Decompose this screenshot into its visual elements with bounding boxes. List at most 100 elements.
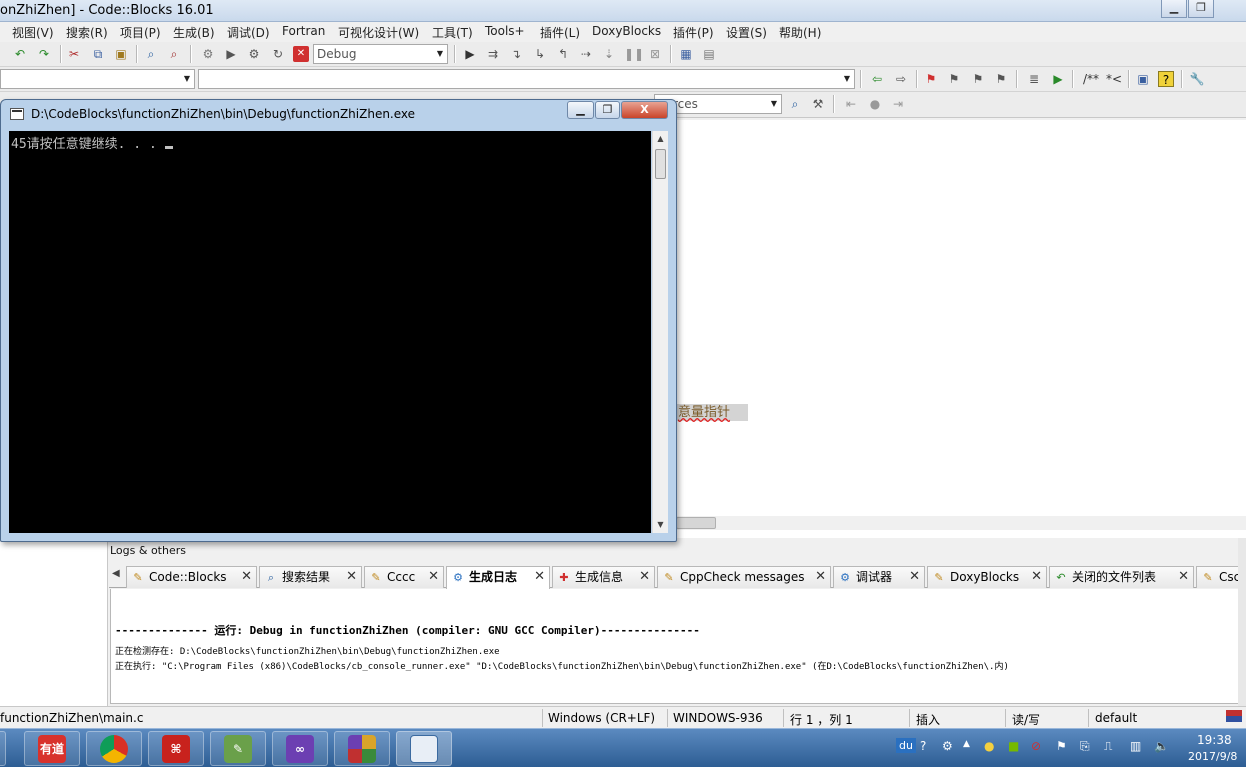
menu-debug[interactable]: 调试(D) (227, 24, 270, 41)
build-gear-icon[interactable]: ⚙ (200, 46, 216, 62)
replace-icon[interactable]: ⌕ (166, 46, 182, 62)
stop-debug-icon[interactable]: ⊠ (647, 46, 663, 62)
step-out-icon[interactable]: ↰ (555, 46, 571, 62)
input-method-icon[interactable]: du (896, 738, 916, 753)
taskbar-app-notepad[interactable]: ✎ (210, 731, 266, 766)
close-icon[interactable]: ✕ (241, 567, 252, 587)
abort-icon[interactable]: ✕ (293, 46, 309, 62)
taskbar-app-youdao[interactable]: 有道 (24, 731, 80, 766)
cut-icon[interactable]: ✂ (66, 46, 82, 62)
usb-icon[interactable]: ⎍ (1104, 739, 1112, 754)
debug-start-icon[interactable]: ▶ (462, 46, 478, 62)
tab-debugger[interactable]: ⚙ 调试器 ✕ (833, 566, 925, 588)
menu-doxyblocks[interactable]: DoxyBlocks (592, 24, 661, 38)
close-icon[interactable]: ✕ (534, 567, 545, 587)
close-icon[interactable]: ✕ (909, 567, 920, 587)
menu-build[interactable]: 生成(B) (173, 24, 215, 41)
flag-tray-icon[interactable]: ⚑ (1056, 739, 1067, 753)
volume-icon[interactable]: 🔈 (1154, 739, 1169, 753)
code-completion-scope-select[interactable]: ▼ (0, 69, 195, 89)
menu-settings[interactable]: 设置(S) (726, 24, 767, 41)
tab-cccc[interactable]: ✎ Cccc ✕ (364, 566, 444, 588)
menu-help[interactable]: 帮助(H) (779, 24, 821, 41)
next-result-icon[interactable]: ⇥ (890, 96, 906, 112)
taskbar-app-console[interactable] (396, 731, 452, 766)
dot-icon[interactable]: ● (867, 96, 883, 112)
close-icon[interactable]: ✕ (1031, 567, 1042, 587)
console-minimize-button[interactable]: ▁ (567, 101, 594, 119)
next-instruction-icon[interactable]: ⇢ (578, 46, 594, 62)
menu-plugins-p[interactable]: 插件(P) (673, 24, 714, 41)
bookmark-flag-icon[interactable]: ⚑ (923, 71, 939, 87)
console-vertical-scrollbar[interactable]: ▲ ▼ (652, 131, 668, 533)
taskbar-app-codeblocks[interactable] (334, 731, 390, 766)
help-tray-icon[interactable]: ? (920, 739, 926, 753)
menu-fortran[interactable]: Fortran (282, 24, 325, 38)
tab-codeblocks[interactable]: ✎ Code::Blocks ✕ (126, 566, 257, 588)
run-green-icon[interactable]: ▶ (1050, 71, 1066, 87)
tab-scroll-left-icon[interactable]: ◀ (112, 568, 120, 579)
right-scrollbar[interactable] (1238, 538, 1246, 706)
step-into-instruction-icon[interactable]: ⇣ (601, 46, 617, 62)
pause-icon[interactable]: ❚❚ (624, 46, 644, 62)
tab-closed-files[interactable]: ↶ 关闭的文件列表 ✕ (1049, 566, 1194, 588)
wrench-icon[interactable]: 🔧 (1189, 71, 1205, 87)
prev-bookmark-icon[interactable]: ⚑ (946, 71, 962, 87)
jump-forward-icon[interactable]: ⇨ (893, 71, 909, 87)
debug-windows-icon[interactable]: ▦ (678, 46, 694, 62)
scroll-up-icon[interactable]: ▲ (653, 131, 668, 147)
tab-build-messages[interactable]: ✚ 生成信息 ✕ (552, 566, 655, 588)
menu-search[interactable]: 搜索(R) (66, 24, 108, 41)
console-maximize-button[interactable]: ❐ (595, 101, 620, 119)
scroll-down-icon[interactable]: ▼ (653, 517, 668, 533)
antivirus-icon[interactable]: ⊘ (1031, 739, 1041, 753)
nvidia-icon[interactable]: ■ (1008, 739, 1019, 753)
jump-back-icon[interactable]: ⇦ (869, 71, 885, 87)
run-to-cursor-icon[interactable]: ⇉ (485, 46, 501, 62)
search-options-icon[interactable]: ⚒ (810, 96, 826, 112)
build-and-run-icon[interactable]: ⚙ (246, 46, 262, 62)
clock-time[interactable]: 19:38 (1197, 733, 1232, 747)
code-completion-symbol-select[interactable]: ▼ (198, 69, 855, 89)
redo-icon[interactable]: ↷ (36, 46, 52, 62)
network-icon[interactable]: ▥ (1130, 739, 1141, 753)
scrollbar-thumb[interactable] (655, 149, 666, 179)
console-close-button[interactable]: X (621, 101, 668, 119)
comment-block-button[interactable]: /** (1080, 71, 1102, 87)
menu-plugins[interactable]: 插件(L) (540, 24, 580, 41)
maximize-button[interactable]: ❐ (1188, 0, 1214, 18)
tab-doxyblocks[interactable]: ✎ DoxyBlocks ✕ (927, 566, 1047, 588)
comment-line-button[interactable]: *< (1104, 71, 1124, 87)
run-icon[interactable]: ▶ (223, 46, 239, 62)
minimize-button[interactable]: ▁ (1161, 0, 1187, 18)
paste-icon[interactable]: ▣ (113, 46, 129, 62)
editor-horizontal-scrollbar[interactable] (676, 516, 1246, 530)
stack-icon[interactable]: ≣ (1026, 71, 1042, 87)
menu-visual-design[interactable]: 可视化设计(W) (338, 24, 419, 41)
menu-view[interactable]: 视图(V) (12, 24, 54, 41)
tab-build-log[interactable]: ⚙ 生成日志 ✕ (446, 566, 550, 589)
close-icon[interactable]: ✕ (815, 567, 826, 587)
find-icon[interactable]: ⌕ (143, 46, 159, 62)
menu-tools[interactable]: 工具(T) (432, 24, 473, 41)
taskbar-app-acrobat[interactable]: ⌘ (148, 731, 204, 766)
next-line-icon[interactable]: ↴ (508, 46, 524, 62)
show-hidden-icons[interactable]: ▲ (963, 739, 970, 749)
rebuild-icon[interactable]: ↻ (270, 46, 286, 62)
step-into-icon[interactable]: ↳ (532, 46, 548, 62)
clock-date[interactable]: 2017/9/8 (1188, 750, 1237, 763)
qq-icon[interactable]: ● (984, 739, 994, 753)
console-screen[interactable]: 45请按任意键继续. . . (9, 131, 651, 533)
taskbar-app-visual-studio[interactable]: ∞ (272, 731, 328, 766)
search-icon[interactable]: ⌕ (787, 96, 803, 112)
close-icon[interactable]: ✕ (428, 567, 439, 587)
taskbar-start-edge[interactable] (0, 731, 6, 766)
close-icon[interactable]: ✕ (639, 567, 650, 587)
next-bookmark-icon[interactable]: ⚑ (970, 71, 986, 87)
console-window[interactable]: D:\CodeBlocks\functionZhiZhen\bin\Debug\… (0, 99, 677, 542)
help-icon[interactable]: ? (1158, 71, 1174, 87)
build-target-select[interactable]: Debug ▼ (313, 44, 448, 64)
debug-info-icon[interactable]: ▤ (701, 46, 717, 62)
scrollbar-thumb[interactable] (676, 517, 716, 529)
clear-bookmarks-icon[interactable]: ⚑ (993, 71, 1009, 87)
